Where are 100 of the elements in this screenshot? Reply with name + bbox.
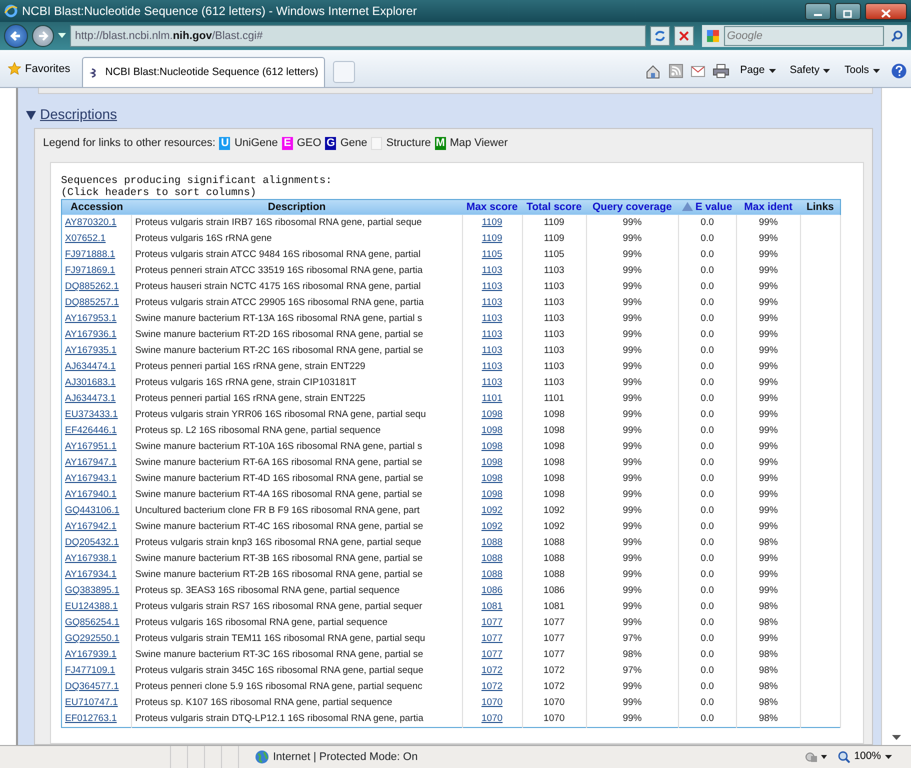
accession-link[interactable]: GQ443106.1 (65, 505, 120, 516)
score-link[interactable]: 1103 (482, 297, 502, 308)
printer-icon[interactable] (713, 64, 730, 78)
mail-icon[interactable] (691, 65, 706, 77)
score-link[interactable]: 1088 (481, 537, 503, 548)
score-link[interactable]: 1098 (481, 457, 503, 468)
search-field[interactable]: Google (724, 26, 884, 46)
accession-link[interactable]: DQ205432.1 (65, 537, 119, 548)
score-link[interactable]: 1092 (481, 505, 503, 516)
lock-settings-icon[interactable] (805, 750, 828, 764)
menu-button[interactable]: Safety (786, 63, 834, 79)
dropdown-caret-icon (58, 33, 66, 39)
accession-link[interactable]: AY167934.1 (65, 569, 117, 580)
accession-link[interactable]: FJ971888.1 (65, 249, 116, 260)
accession-link[interactable]: AJ634474.1 (65, 361, 116, 372)
score-link[interactable]: 1101 (482, 393, 502, 404)
accession-link[interactable]: EU710747.1 (65, 697, 118, 708)
accession-link[interactable]: AY167942.1 (65, 521, 117, 532)
score-link[interactable]: 1088 (481, 569, 503, 580)
score-link[interactable]: 1077 (481, 633, 503, 644)
home-icon[interactable] (645, 64, 662, 78)
score-link[interactable]: 1086 (481, 585, 503, 596)
column-header[interactable]: Total score (522, 199, 586, 216)
refresh-button[interactable] (650, 26, 670, 46)
favorites-button[interactable]: Favorites (4, 58, 74, 79)
close-button[interactable] (865, 2, 907, 20)
score-link[interactable]: 1103 (482, 313, 502, 324)
column-header[interactable]: E value (678, 199, 736, 216)
score-link[interactable]: 1077 (481, 617, 503, 628)
accession-link[interactable]: FJ477109.1 (65, 665, 116, 676)
scroll-down-arrow-icon[interactable] (892, 735, 901, 741)
score-link[interactable]: 1098 (481, 489, 503, 500)
accession-link[interactable]: GQ383895.1 (65, 585, 120, 596)
section-title-link[interactable]: Descriptions (40, 104, 118, 125)
search-button[interactable] (891, 28, 903, 44)
score-link[interactable]: 1098 (481, 409, 503, 420)
table-cell: 99% (736, 567, 800, 584)
stop-button[interactable] (674, 26, 694, 46)
score-link[interactable]: 1103 (482, 345, 502, 356)
column-header[interactable]: Max score (462, 199, 522, 216)
accession-link[interactable]: GQ856254.1 (65, 617, 120, 628)
forward-button[interactable] (32, 25, 54, 47)
accession-link[interactable]: EU124388.1 (65, 601, 118, 612)
column-header[interactable]: Query coverage (586, 199, 678, 216)
score-link[interactable]: 1092 (481, 521, 503, 532)
accession-link[interactable]: AY167951.1 (65, 441, 117, 452)
zoom-button[interactable]: 100% (835, 749, 895, 765)
accession-link[interactable]: AY167940.1 (65, 489, 117, 500)
score-link[interactable]: 1103 (482, 281, 502, 292)
address-field[interactable]: http://blast.ncbi.nlm.nih.gov/Blast.cgi# (70, 25, 646, 47)
accession-link[interactable]: AY167936.1 (65, 329, 117, 340)
accession-link[interactable]: AY167947.1 (65, 457, 117, 468)
accession-link[interactable]: AY167935.1 (65, 345, 117, 356)
score-link[interactable]: 1103 (482, 377, 502, 388)
accession-link[interactable]: DQ364577.1 (65, 681, 119, 692)
score-link[interactable]: 1081 (481, 601, 503, 612)
accession-link[interactable]: AY167943.1 (65, 473, 117, 484)
menu-button[interactable]: Tools (841, 63, 883, 79)
score-link[interactable]: 1072 (481, 681, 503, 692)
score-link[interactable]: 1109 (482, 233, 502, 244)
score-link[interactable]: 1098 (481, 473, 503, 484)
table-cell: 1077 (522, 647, 586, 664)
score-link[interactable]: 1098 (481, 425, 503, 436)
score-link[interactable]: 1072 (481, 665, 503, 676)
minimize-button[interactable] (805, 2, 831, 20)
accession-link[interactable]: DQ885262.1 (65, 281, 119, 292)
accession-link[interactable]: GQ292550.1 (65, 633, 120, 644)
accession-link[interactable]: DQ885257.1 (65, 297, 119, 308)
accession-link[interactable]: FJ971869.1 (65, 265, 116, 276)
accession-link[interactable]: EF012763.1 (65, 712, 117, 724)
menu-button[interactable]: Page (737, 63, 779, 79)
accession-link[interactable]: AJ301683.1 (65, 377, 116, 388)
accession-link[interactable]: AY167939.1 (65, 649, 117, 660)
score-link[interactable]: 1109 (482, 217, 502, 228)
score-link[interactable]: 1070 (481, 697, 503, 708)
score-link[interactable]: 1098 (481, 441, 503, 452)
help-icon[interactable] (891, 63, 907, 79)
score-link[interactable]: 1103 (482, 329, 502, 340)
accession-link[interactable]: AY870320.1 (65, 217, 117, 228)
back-button[interactable] (4, 24, 28, 48)
accession-link[interactable]: X07652.1 (65, 233, 106, 244)
table-cell: 1088 (522, 535, 586, 552)
accession-link[interactable]: AY167953.1 (65, 313, 117, 324)
browser-tab[interactable]: NCBI Blast:Nucleotide Sequence (612 letters) (82, 57, 326, 87)
score-link[interactable]: 1103 (482, 265, 502, 276)
restore-button[interactable] (835, 2, 861, 20)
rss-feed-icon[interactable] (669, 64, 684, 78)
accession-link[interactable]: AY167938.1 (65, 553, 117, 564)
score-link[interactable]: 1088 (481, 553, 503, 564)
expand-triangle-icon[interactable] (26, 110, 36, 120)
score-link[interactable]: 1070 (481, 712, 503, 724)
column-header[interactable]: Max ident (736, 199, 800, 216)
accession-link[interactable]: EF426446.1 (65, 425, 117, 436)
accession-link[interactable]: EU373433.1 (65, 409, 118, 420)
score-link[interactable]: 1077 (481, 649, 503, 660)
table-cell: 98% (736, 647, 800, 664)
score-link[interactable]: 1103 (482, 361, 502, 372)
accession-link[interactable]: AJ634473.1 (65, 393, 116, 404)
table-cell: 0.0 (678, 327, 736, 344)
score-link[interactable]: 1105 (482, 249, 502, 260)
